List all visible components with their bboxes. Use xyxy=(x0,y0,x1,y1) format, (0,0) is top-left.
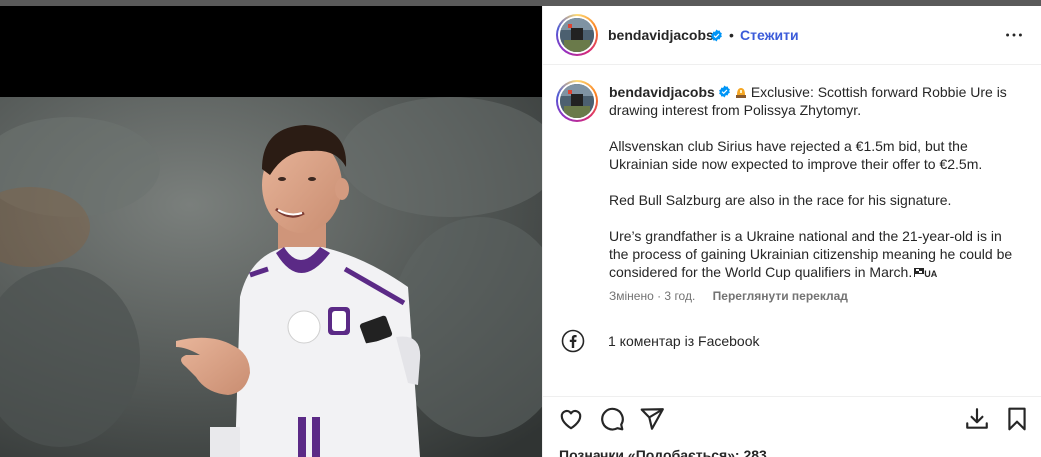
caption-paragraph-1: bendavidjacobs Exclusive: Scottish forwar… xyxy=(609,83,1029,119)
author-avatar[interactable] xyxy=(556,14,598,56)
comment-icon[interactable] xyxy=(599,406,625,432)
edited-timestamp[interactable]: Змінено · 3 год. xyxy=(609,289,695,303)
post-panel: bendavidjacobs • Стежити bendavidjacobs … xyxy=(542,6,1041,457)
facebook-comment-link[interactable]: 1 коментар із Facebook xyxy=(561,326,861,356)
verified-badge-icon xyxy=(718,85,731,98)
post-actions: Позначки «Подобається»: 283 xyxy=(543,396,1041,457)
caption-line: considered for the World Cup qualifiers … xyxy=(609,264,913,280)
follow-button[interactable]: Стежити xyxy=(740,27,799,43)
bookmark-icon[interactable] xyxy=(1004,406,1030,432)
caption-line: Ure’s grandfather is a Ukraine national … xyxy=(609,228,1002,244)
caption-line: drawing interest from Polissya Zhytomyr. xyxy=(609,102,862,118)
post-media[interactable]: URIAN xyxy=(0,6,542,457)
likes-count[interactable]: Позначки «Подобається»: 283 xyxy=(559,447,767,457)
save-icon[interactable] xyxy=(964,406,990,432)
post-photo: URIAN xyxy=(0,97,542,457)
verified-badge-icon xyxy=(710,29,723,42)
post-header: bendavidjacobs • Стежити xyxy=(543,6,1041,65)
post-meta: Змінено · 3 год. Переглянути переклад xyxy=(609,289,848,303)
see-translation-link[interactable]: Переглянути переклад xyxy=(713,289,848,303)
header-separator: • xyxy=(729,27,734,43)
profile-photo-icon xyxy=(560,18,594,52)
caption-line: Allsvenskan club Sirius have rejected a … xyxy=(609,138,968,154)
flag-icon xyxy=(913,268,925,277)
facebook-icon xyxy=(561,329,585,353)
caption-line: Red Bull Salzburg are also in the race f… xyxy=(609,192,952,208)
caption-line: Exclusive: Scottish forward Robbie Ure i… xyxy=(750,84,1007,100)
caption-paragraph-3: Red Bull Salzburg are also in the race f… xyxy=(609,191,1029,209)
caption-line: the process of gaining Ukrainian citizen… xyxy=(609,246,1013,262)
profile-photo-icon xyxy=(560,84,594,118)
caption-username[interactable]: bendavidjacobs xyxy=(609,84,715,100)
flag-code: UA xyxy=(924,269,938,279)
author-username[interactable]: bendavidjacobs xyxy=(608,27,714,43)
caption-area: bendavidjacobs Exclusive: Scottish forwar… xyxy=(543,66,1041,396)
more-options-icon[interactable] xyxy=(1003,24,1025,46)
caption-paragraph-2: Allsvenskan club Sirius have rejected a … xyxy=(609,137,1029,173)
caption-paragraph-4: Ure’s grandfather is a Ukraine national … xyxy=(609,227,1029,283)
facebook-comment-text: 1 коментар із Facebook xyxy=(608,333,760,349)
post-caption: bendavidjacobs Exclusive: Scottish forwar… xyxy=(609,83,1029,301)
rotating-light-icon xyxy=(735,86,747,98)
share-icon[interactable] xyxy=(639,406,665,432)
caption-avatar[interactable] xyxy=(556,80,598,122)
heart-icon[interactable] xyxy=(558,406,584,432)
caption-line: Ukrainian side now expected to improve t… xyxy=(609,156,983,172)
